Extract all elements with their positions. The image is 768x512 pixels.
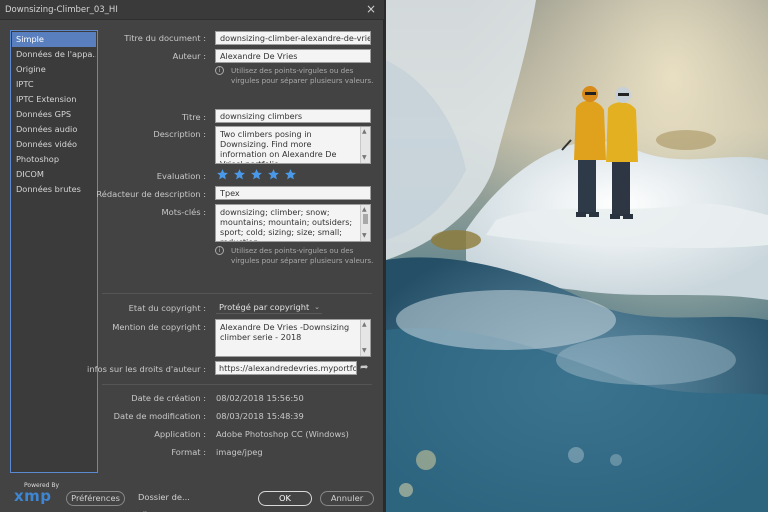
description-label: Description :	[153, 129, 206, 139]
star-icon[interactable]	[267, 168, 280, 181]
close-icon[interactable]: ×	[364, 2, 378, 16]
copyright-notice-label: Mention de copyright :	[112, 322, 206, 332]
xmp-logo-text: xmp	[14, 487, 52, 505]
author-hint: i Utilisez des points-virgules ou des vi…	[215, 66, 375, 86]
author-label: Auteur :	[172, 51, 206, 61]
ok-button[interactable]: OK	[258, 491, 312, 506]
rating-label: Evaluation :	[156, 171, 206, 181]
category-list: Simple Données de l'appa... Origine IPTC IPT…	[10, 30, 98, 473]
info-icon: i	[215, 246, 224, 255]
star-icon[interactable]	[216, 168, 229, 181]
sidebar-item-donn-es-vid-o[interactable]: Données vidéo	[12, 137, 96, 152]
cancel-button[interactable]: Annuler	[320, 491, 374, 506]
star-icon[interactable]	[284, 168, 297, 181]
keywords-scrollbar[interactable]: ▲ ▼	[360, 205, 370, 241]
description-scrollbar[interactable]: ▲ ▼	[360, 127, 370, 163]
star-icon[interactable]	[233, 168, 246, 181]
keywords-label: Mots-clés :	[161, 207, 206, 217]
keywords-text: downsizing; climber; snow; mountains; mo…	[220, 207, 353, 242]
desc-writer-label: Rédacteur de description :	[96, 189, 206, 199]
doc-title-label: Titre du document :	[124, 33, 206, 43]
sidebar-item-iptc[interactable]: IPTC	[12, 77, 96, 92]
title-label: Titre :	[181, 112, 206, 122]
created-value: 08/02/2018 15:56:50	[216, 393, 304, 403]
folder-dropdown-label: Dossier de...	[138, 492, 190, 502]
preferences-button[interactable]: Préférences	[66, 491, 125, 506]
format-value: image/jpeg	[216, 447, 263, 457]
format-label: Format :	[171, 447, 206, 457]
application-value: Adobe Photoshop CC (Windows)	[216, 429, 349, 439]
copyright-status-value: Protégé par copyright	[219, 302, 310, 312]
info-icon: i	[215, 66, 224, 75]
chevron-down-icon: ⌄	[142, 507, 148, 512]
keywords-textarea[interactable]: downsizing; climber; snow; mountains; mo…	[215, 204, 371, 242]
copyright-info-label: infos sur les droits d'auteur :	[87, 364, 206, 374]
copyright-url-input[interactable]: https://alexandredevries.myportfolio.	[215, 361, 357, 375]
description-textarea[interactable]: Two climbers posing in Downsizing. Find …	[215, 126, 371, 164]
created-label: Date de création :	[131, 393, 206, 403]
divider	[102, 384, 372, 385]
climbers-photo-illustration	[386, 0, 768, 512]
keywords-hint: i Utilisez des points-virgules ou des vi…	[215, 246, 375, 266]
modified-value: 08/03/2018 15:48:39	[216, 411, 304, 421]
rating-stars[interactable]	[216, 168, 301, 184]
sidebar-item-photoshop[interactable]: Photoshop	[12, 152, 96, 167]
chevron-down-icon: ⌄	[314, 303, 320, 311]
climbers-photo	[386, 0, 768, 512]
share-arrow-icon[interactable]: ➦	[360, 361, 372, 375]
modified-label: Date de modification :	[113, 411, 206, 421]
application-label: Application :	[154, 429, 206, 439]
copyright-notice-scrollbar[interactable]: ▲ ▼	[360, 320, 370, 356]
file-info-dialog: Downsizing-Climber_03_HI × Simple Données…	[0, 0, 384, 512]
xmp-logo: Powered By xmp	[10, 482, 60, 506]
title-bar: Downsizing-Climber_03_HI ×	[0, 0, 384, 20]
description-text: Two climbers posing in Downsizing. Find …	[220, 129, 337, 164]
star-icon[interactable]	[250, 168, 263, 181]
divider	[102, 293, 372, 294]
copyright-notice-textarea[interactable]: Alexandre De Vries -Downsizing climber s…	[215, 319, 371, 357]
sidebar-item-iptc-extension[interactable]: IPTC Extension	[12, 92, 96, 107]
copyright-status-label: Etat du copyright :	[128, 303, 206, 313]
window-title: Downsizing-Climber_03_HI	[5, 5, 118, 15]
doc-title-input[interactable]: downsizing-climber-alexandre-de-vries	[215, 31, 371, 45]
author-input[interactable]: Alexandre De Vries	[215, 49, 371, 63]
desc-writer-input[interactable]: Tpex	[215, 186, 371, 200]
copyright-notice-text: Alexandre De Vries -Downsizing climber s…	[220, 322, 350, 342]
title-input[interactable]: downsizing climbers	[215, 109, 371, 123]
folder-dropdown[interactable]: Dossier de... ⌄	[136, 491, 202, 512]
copyright-status-select[interactable]: Protégé par copyright ⌄	[216, 300, 322, 314]
sidebar-item-origine[interactable]: Origine	[12, 62, 96, 77]
